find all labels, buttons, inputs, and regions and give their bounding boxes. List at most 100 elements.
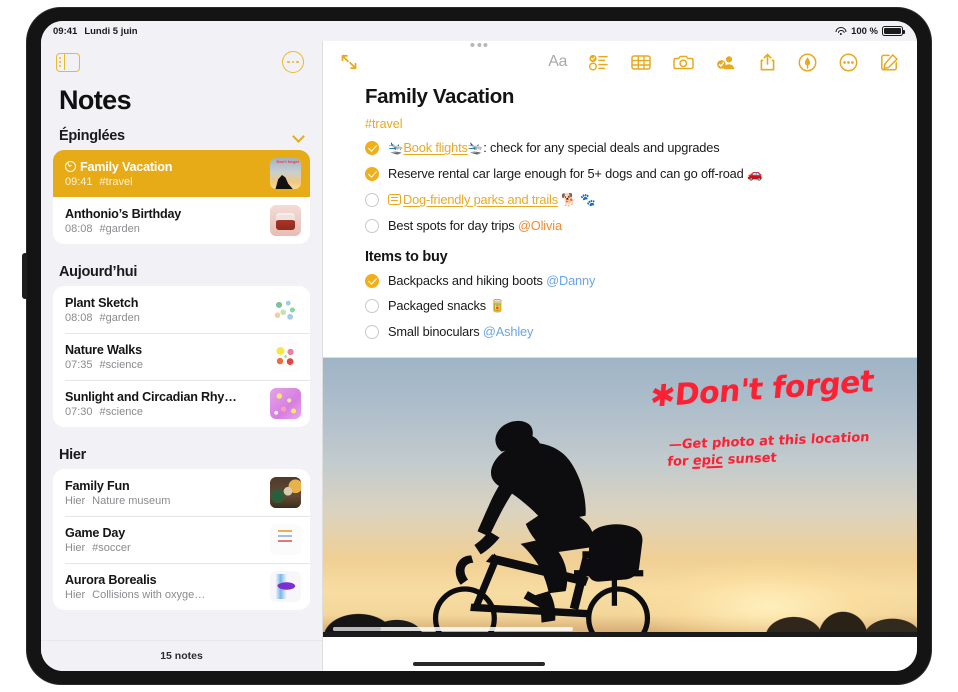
note-list-item-aurora-borealis[interactable]: Aurora Borealis Hier Collisions with oxy…: [53, 563, 310, 610]
note-list-item-plant-sketch[interactable]: Plant Sketch 08:08 #garden: [53, 286, 310, 333]
note-item-texts: Anthonio’s Birthday 08:08 #garden: [65, 207, 262, 235]
format-text-icon[interactable]: Aa: [548, 53, 567, 71]
note-item-title-row: Nature Walks: [65, 343, 262, 357]
expand-arrows-icon[interactable]: [339, 52, 359, 72]
note-item-texts: Sunlight and Circadian Rhy… 07:30 #scien…: [65, 390, 262, 418]
note-item-subtitle: Hier #soccer: [65, 542, 262, 554]
checklist-item[interactable]: Packaged snacks 🥫: [365, 293, 877, 319]
compose-icon[interactable]: [880, 53, 899, 72]
battery-icon: [882, 26, 905, 36]
checkbox-unchecked[interactable]: [365, 324, 379, 339]
section-header-yesterday[interactable]: Hier: [53, 441, 310, 469]
checklist-item[interactable]: Small binoculars @Ashley: [365, 319, 877, 344]
checklist-icon[interactable]: [589, 54, 609, 71]
handwritten-line-2-post: sunset: [722, 450, 777, 469]
note-item-tag: #travel: [99, 175, 133, 188]
note-section-title: Items to buy: [365, 249, 448, 265]
canned-food-emoji: 🥫: [489, 299, 505, 313]
section-header-pinned[interactable]: Épinglées: [53, 122, 310, 150]
link-dog-friendly-parks[interactable]: Dog-friendly parks and trails: [403, 192, 558, 207]
note-list-item-family-vacation[interactable]: Family Vacation 09:41 #travel Don't forg…: [53, 150, 310, 197]
home-indicator[interactable]: [413, 662, 545, 666]
note-item-title-row: Plant Sketch: [65, 296, 262, 310]
checklist-item-text: Dog-friendly parks and trails 🐕 🐾: [388, 190, 596, 210]
section-label: Épinglées: [59, 128, 125, 144]
note-list-item-family-fun[interactable]: Family Fun Hier Nature museum: [53, 469, 310, 516]
checklist-item[interactable]: Reserve rental car large enough for 5+ d…: [365, 161, 877, 187]
handwritten-note: —Get photo at this location for epic sun…: [666, 429, 870, 471]
note-item-title: Family Vacation: [80, 159, 173, 174]
handwritten-emphasis: epic: [691, 453, 724, 470]
note-toolbar-icons: Aa: [548, 53, 899, 72]
note-item-subtitle: Hier Collisions with oxyge…: [65, 589, 262, 601]
section-header-today[interactable]: Aujourd’hui: [53, 258, 310, 286]
notes-list-scroll[interactable]: Épinglées Family Vacation 09:41 #travel …: [41, 122, 322, 641]
mention-danny[interactable]: @Danny: [546, 273, 595, 288]
airplane-emoji: 🛬: [388, 141, 404, 155]
note-group-today: Plant Sketch 08:08 #garden Nature Walks …: [53, 286, 310, 427]
airplane-emoji: 🛬: [467, 141, 484, 155]
checklist-item-text: 🛬Book flights🛬: check for any special de…: [388, 138, 720, 158]
note-item-tag: Nature museum: [92, 494, 171, 507]
checklist-item[interactable]: Best spots for day trips @Olivia: [365, 213, 877, 238]
note-group-yesterday: Family Fun Hier Nature museum Game Day H…: [53, 469, 310, 610]
markup-pen-icon[interactable]: [798, 53, 817, 72]
checklist-item-label: Best spots for day trips: [388, 218, 518, 233]
wifi-icon: [835, 27, 847, 36]
checkbox-checked[interactable]: [365, 273, 379, 288]
note-item-texts: Game Day Hier #soccer: [65, 526, 262, 554]
note-list-item-anthonios-birthday[interactable]: Anthonio’s Birthday 08:08 #garden: [53, 197, 310, 244]
more-ellipsis-icon[interactable]: [839, 53, 858, 72]
sidebar-more-icon[interactable]: [282, 51, 304, 73]
note-item-title: Aurora Borealis: [65, 572, 157, 587]
dog-paw-emoji: 🐕 🐾: [557, 193, 596, 207]
note-document[interactable]: Family Vacation #travel 🛬Book flights🛬: …: [323, 83, 917, 344]
checkbox-unchecked[interactable]: [365, 192, 379, 207]
checkbox-checked[interactable]: [365, 166, 379, 181]
row-divider: [65, 563, 310, 564]
row-divider: [65, 333, 310, 334]
note-list-item-sunlight-circadian[interactable]: Sunlight and Circadian Rhy… 07:30 #scien…: [53, 380, 310, 427]
ipad-device-frame: 09:41 Lundi 5 juin 100 % Notes Épinglées…: [22, 8, 931, 684]
note-item-texts: Plant Sketch 08:08 #garden: [65, 296, 262, 324]
checklist-item[interactable]: Backpacks and hiking boots @Danny: [365, 268, 877, 293]
note-photo-attachment[interactable]: ✱Don't forget —Get photo at this locatio…: [323, 357, 917, 637]
note-thumbnail: [270, 571, 301, 602]
note-item-tag: #science: [99, 358, 143, 371]
checklist-item-label: Packaged snacks: [388, 298, 490, 313]
note-item-texts: Aurora Borealis Hier Collisions with oxy…: [65, 573, 262, 601]
add-person-icon[interactable]: [716, 54, 737, 71]
camera-icon[interactable]: [673, 54, 694, 71]
checklist-item[interactable]: Dog-friendly parks and trails 🐕 🐾: [365, 187, 877, 213]
note-item-title-row: Family Vacation: [65, 160, 262, 174]
checkbox-unchecked[interactable]: [365, 218, 379, 233]
note-tag[interactable]: #travel: [365, 117, 877, 131]
note-item-time: Hier: [65, 541, 86, 554]
share-icon[interactable]: [759, 53, 776, 72]
link-book-flights[interactable]: Book flights: [403, 140, 468, 155]
note-item-title: Family Fun: [65, 478, 130, 493]
mention-ashley[interactable]: @Ashley: [483, 324, 534, 339]
checklist-item-text: Small binoculars @Ashley: [388, 322, 533, 341]
note-item-title-row: Game Day: [65, 526, 262, 540]
table-icon[interactable]: [631, 54, 651, 71]
note-toolbar: Aa: [323, 41, 917, 83]
note-item-time: 07:35: [65, 358, 93, 371]
chevron-down-icon[interactable]: [293, 131, 304, 142]
sidebar-toggle-dots: [59, 56, 61, 67]
checkbox-checked[interactable]: [365, 140, 379, 155]
mention-olivia[interactable]: @Olivia: [518, 218, 562, 233]
checkbox-unchecked[interactable]: [365, 298, 379, 313]
row-divider: [65, 516, 310, 517]
note-list-item-nature-walks[interactable]: Nature Walks 07:35 #science: [53, 333, 310, 380]
checklist-item[interactable]: 🛬Book flights🛬: check for any special de…: [365, 135, 877, 161]
sidebar-toggle-icon[interactable]: [56, 52, 80, 72]
multitasking-controls[interactable]: [470, 43, 488, 47]
note-content-scroll[interactable]: Family Vacation #travel 🛬Book flights🛬: …: [323, 83, 917, 671]
horizontal-scrollbar[interactable]: [333, 627, 573, 631]
note-list-item-game-day[interactable]: Game Day Hier #soccer: [53, 516, 310, 563]
note-group-pinned: Family Vacation 09:41 #travel Don't forg…: [53, 150, 310, 244]
notes-sidebar: Notes Épinglées Family Vacation 09:41 #t…: [41, 41, 323, 671]
note-item-subtitle: Hier Nature museum: [65, 495, 262, 507]
note-item-time: 07:30: [65, 405, 93, 418]
